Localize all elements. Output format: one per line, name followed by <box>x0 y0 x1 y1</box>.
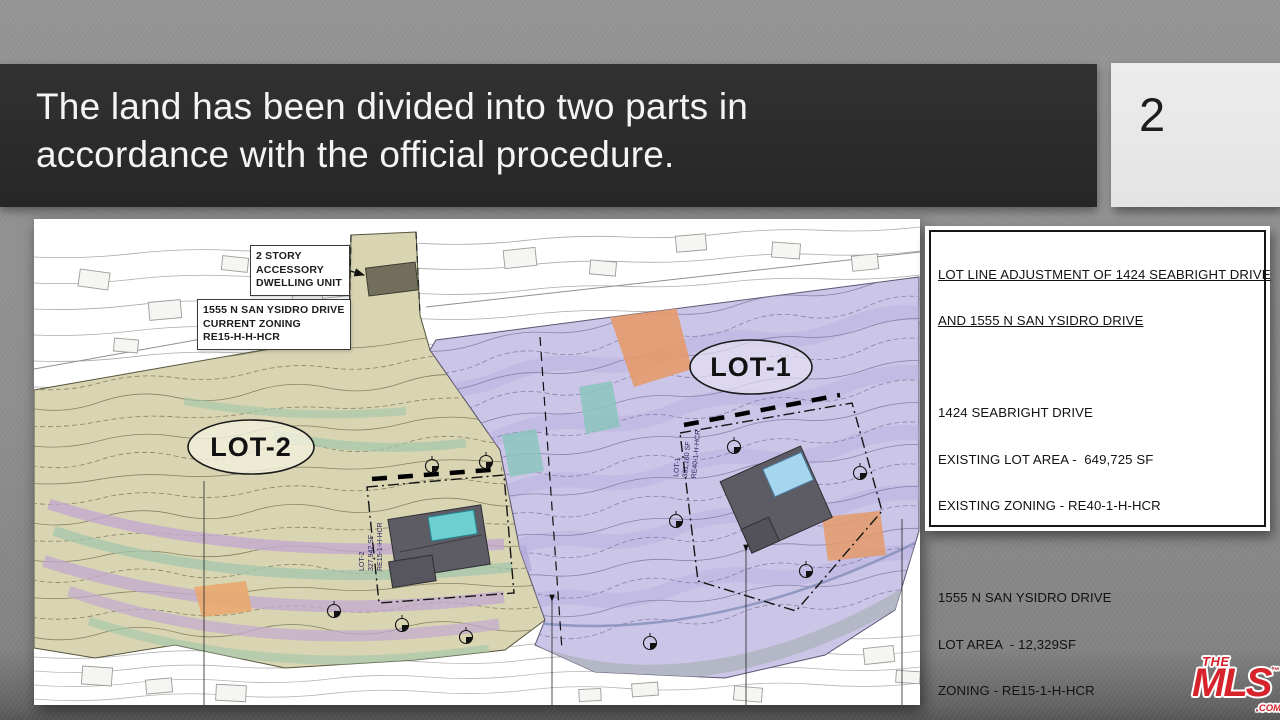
svg-text:RE15-1-H-HCR: RE15-1-H-HCR <box>377 522 384 571</box>
page-title: The land has been divided into two parts… <box>36 83 748 179</box>
slide-number-box: 2 <box>1111 63 1280 207</box>
site-plan-map: LOT-2 327,942 SF RE15-1-H-HCR LOT-1 331,… <box>34 219 920 705</box>
svg-text:LOT-2: LOT-2 <box>210 432 292 462</box>
lot-adjustment-info-text: LOT LINE ADJUSTMENT OF 1424 SEABRIGHT DR… <box>929 230 1266 527</box>
lot-2-label: LOT-2 <box>188 420 314 474</box>
callout-accessory-dwelling: 2 STORY ACCESSORY DWELLING UNIT <box>250 245 350 296</box>
mls-logo-tm: ™ <box>1271 666 1279 675</box>
presentation-slide: The land has been divided into two parts… <box>0 0 1280 720</box>
lot-adjustment-info-panel: LOT LINE ADJUSTMENT OF 1424 SEABRIGHT DR… <box>925 226 1270 531</box>
panel-heading-line-2: AND 1555 N SAN YSIDRO DRIVE <box>938 313 1257 328</box>
title-bar: The land has been divided into two parts… <box>0 64 1097 207</box>
panel-heading-line-1: LOT LINE ADJUSTMENT OF 1424 SEABRIGHT DR… <box>938 267 1257 282</box>
svg-text:LOT-2: LOT-2 <box>359 551 366 571</box>
svg-text:LOT-1: LOT-1 <box>710 352 792 382</box>
mls-logo-com: .COM <box>1256 703 1280 714</box>
the-mls-logo: THE MLS ™ .COM <box>1191 653 1277 713</box>
lot-1-label: LOT-1 <box>690 340 812 394</box>
accessory-dwelling-unit <box>365 262 418 296</box>
mls-logo-mls: MLS <box>1192 661 1270 706</box>
page-title-line-1: The land has been divided into two parts… <box>36 83 748 131</box>
page-title-line-2: accordance with the official procedure. <box>36 131 748 179</box>
svg-text:327,942 SF: 327,942 SF <box>368 535 375 571</box>
callout-current-zoning: 1555 N SAN YSIDRO DRIVE CURRENT ZONING R… <box>197 299 351 350</box>
survey-map-drawing: LOT-2 327,942 SF RE15-1-H-HCR LOT-1 331,… <box>34 219 920 705</box>
slide-number: 2 <box>1139 87 1165 142</box>
